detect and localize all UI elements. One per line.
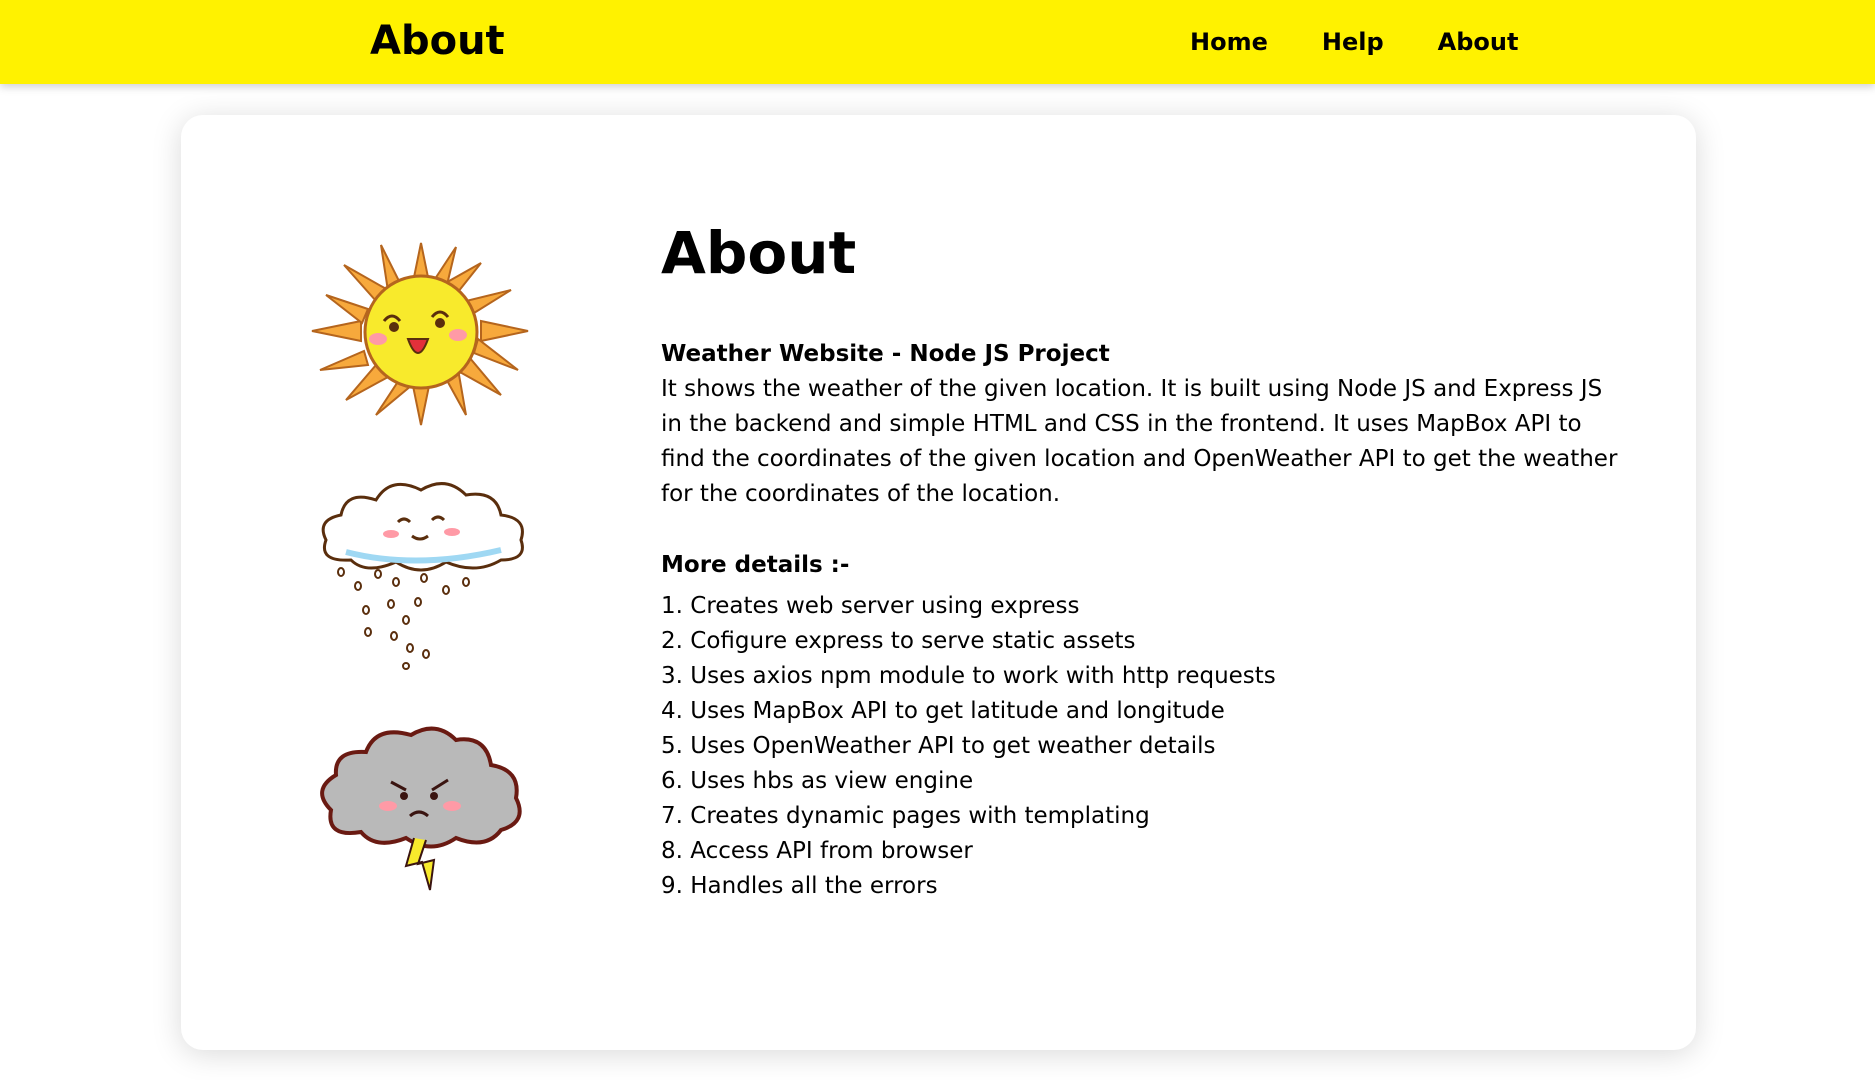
- project-description: It shows the weather of the given locati…: [661, 376, 1618, 507]
- details-list: 1. Creates web server using express 2. C…: [661, 589, 1621, 904]
- about-card: About Weather Website - Node JS Project …: [181, 115, 1696, 1050]
- about-content: About Weather Website - Node JS Project …: [661, 215, 1621, 904]
- nav-about-link[interactable]: About: [1438, 26, 1519, 58]
- list-item: 8. Access API from browser: [661, 838, 973, 864]
- list-item: 4. Uses MapBox API to get latitude and l…: [661, 698, 1225, 724]
- list-item: 9. Handles all the errors: [661, 873, 938, 899]
- storm-cloud-icon: [306, 720, 536, 900]
- nav-home-link[interactable]: Home: [1190, 26, 1268, 58]
- top-header: About Home Help About: [0, 0, 1875, 84]
- list-item: 2. Cofigure express to serve static asse…: [661, 628, 1136, 654]
- header-title: About: [370, 18, 505, 64]
- page-title: About: [661, 219, 857, 287]
- nav-help-link[interactable]: Help: [1322, 26, 1384, 58]
- project-title: Weather Website - Node JS Project: [661, 341, 1110, 367]
- snow-cloud-icon: [306, 470, 536, 670]
- list-item: 5. Uses OpenWeather API to get weather d…: [661, 733, 1216, 759]
- main-nav: Home Help About: [1190, 26, 1518, 58]
- list-item: 3. Uses axios npm module to work with ht…: [661, 663, 1276, 689]
- details-title: More details :-: [661, 552, 850, 578]
- list-item: 6. Uses hbs as view engine: [661, 768, 974, 794]
- list-item: 7. Creates dynamic pages with templating: [661, 803, 1150, 829]
- list-item: 1. Creates web server using express: [661, 593, 1080, 619]
- sun-icon: [306, 235, 536, 430]
